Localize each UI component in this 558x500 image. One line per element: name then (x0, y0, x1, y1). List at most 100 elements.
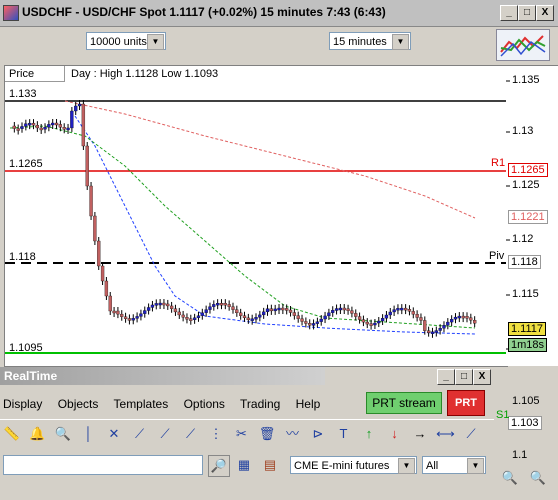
candle (323, 315, 327, 320)
candle (189, 318, 193, 321)
trend-line-icon[interactable]: ⟋ (130, 424, 150, 444)
chevron-down-icon[interactable]: ▼ (147, 34, 164, 50)
channel-icon[interactable]: ⟋ (155, 424, 175, 444)
timeframe-select[interactable]: 15 minutes ▼ (329, 32, 411, 50)
candle (338, 307, 343, 311)
candle (239, 312, 243, 316)
candle (85, 145, 89, 187)
menu-help[interactable]: Help (296, 397, 321, 411)
menu-templates[interactable]: Templates (114, 397, 169, 411)
candle (74, 105, 78, 112)
indicators-icon[interactable] (496, 29, 550, 61)
ma-green (9, 125, 476, 329)
trash-icon[interactable]: 🗑 (257, 424, 277, 444)
close-button[interactable]: X (536, 5, 554, 21)
filter-select[interactable]: All ▼ (422, 456, 486, 474)
candle (204, 309, 208, 313)
candle (116, 310, 120, 315)
candle (166, 303, 170, 307)
candle (223, 303, 227, 306)
candle (89, 185, 93, 217)
menu-objects[interactable]: Objects (58, 397, 99, 411)
horizontal-line-icon[interactable]: ⟷ (436, 424, 456, 444)
right-arrow-icon[interactable]: → (410, 424, 430, 444)
candle (100, 265, 105, 282)
ruler-icon[interactable]: 📏 (2, 424, 22, 444)
candle (453, 316, 458, 320)
search-input[interactable] (3, 455, 203, 475)
fan-icon[interactable]: ⟋ (181, 424, 201, 444)
chevron-down-icon[interactable]: ▼ (398, 458, 415, 474)
rt-close-button[interactable]: X (473, 369, 491, 385)
search-icon[interactable]: 🔎 (208, 455, 230, 477)
grid-icon[interactable]: ▦ (234, 455, 254, 475)
menu-display[interactable]: Display (3, 397, 42, 411)
candle (300, 318, 304, 322)
candle (39, 127, 43, 131)
chevron-down-icon[interactable]: ▼ (392, 34, 409, 50)
wave-icon[interactable]: 〰 (283, 424, 303, 444)
menu-options[interactable]: Options (184, 397, 225, 411)
candle (146, 307, 151, 311)
rt-minimize-button[interactable]: _ (437, 369, 455, 385)
candle (47, 124, 51, 128)
candle (123, 316, 128, 319)
candle (446, 321, 450, 326)
candle (154, 303, 158, 306)
candle (12, 125, 16, 129)
cross-lines-icon[interactable]: ✕ (104, 424, 124, 444)
triangle-icon[interactable]: ⊳ (308, 424, 328, 444)
diagonal-line-icon[interactable]: ⟋ (461, 424, 481, 444)
candle (215, 303, 220, 306)
price-chart[interactable]: Price Day : High 1.1128 Low 1.1093 1.133… (4, 65, 508, 367)
zoom-out-icon[interactable]: 🔍 (500, 468, 520, 488)
text-icon[interactable]: T (334, 424, 354, 444)
candle (108, 295, 112, 312)
candle (181, 314, 185, 318)
zoom-in-icon[interactable]: 🔍 (528, 468, 548, 488)
candle (380, 318, 385, 322)
down-arrow-icon[interactable]: ↓ (385, 424, 405, 444)
alarm-icon[interactable]: 🔔 (28, 424, 48, 444)
candle (177, 311, 181, 316)
candle (200, 312, 204, 316)
prt-stream-button[interactable]: PRT stream (366, 392, 442, 414)
last-price-box: 1.1117 (508, 322, 547, 336)
candle (465, 316, 469, 319)
y-tick: 1.1 (512, 449, 528, 461)
y-tick: 1.105 (512, 395, 540, 407)
rt-maximize-button[interactable]: □ (455, 369, 473, 385)
candle (16, 128, 20, 131)
maximize-button[interactable]: □ (518, 5, 536, 21)
chevron-down-icon[interactable]: ▼ (467, 458, 484, 474)
candle (31, 122, 36, 126)
table-icon[interactable]: ▤ (260, 455, 280, 475)
piv-axis-box: 1.118 (508, 255, 541, 269)
candle (269, 308, 274, 312)
menu-trading[interactable]: Trading (240, 397, 280, 411)
candle (112, 310, 116, 314)
minimize-button[interactable]: _ (500, 5, 518, 21)
prt-logo[interactable]: PRT (447, 390, 485, 416)
zoom-icon[interactable]: 🔍 (53, 424, 73, 444)
candle (127, 318, 132, 321)
candle (419, 317, 423, 321)
candle (196, 315, 201, 318)
candle (192, 317, 197, 320)
candle (24, 123, 28, 127)
tools-icon[interactable]: ✂ (232, 424, 252, 444)
candle (135, 316, 139, 319)
candle (346, 308, 350, 311)
vertical-line-icon[interactable]: │ (79, 424, 99, 444)
market-select[interactable]: CME E-mini futures ▼ (290, 456, 417, 474)
candle (354, 313, 358, 317)
candle (357, 316, 362, 320)
up-arrow-icon[interactable]: ↑ (359, 424, 379, 444)
fibonacci-icon[interactable]: ⋮ (206, 424, 226, 444)
candle (51, 122, 55, 126)
candle (288, 309, 293, 313)
candle (212, 304, 216, 307)
units-select[interactable]: 10000 units ▼ (86, 32, 166, 50)
candle (139, 313, 143, 317)
title-bar: USDCHF - USD/CHF Spot 1.1117 (+0.02%) 15… (0, 0, 558, 27)
